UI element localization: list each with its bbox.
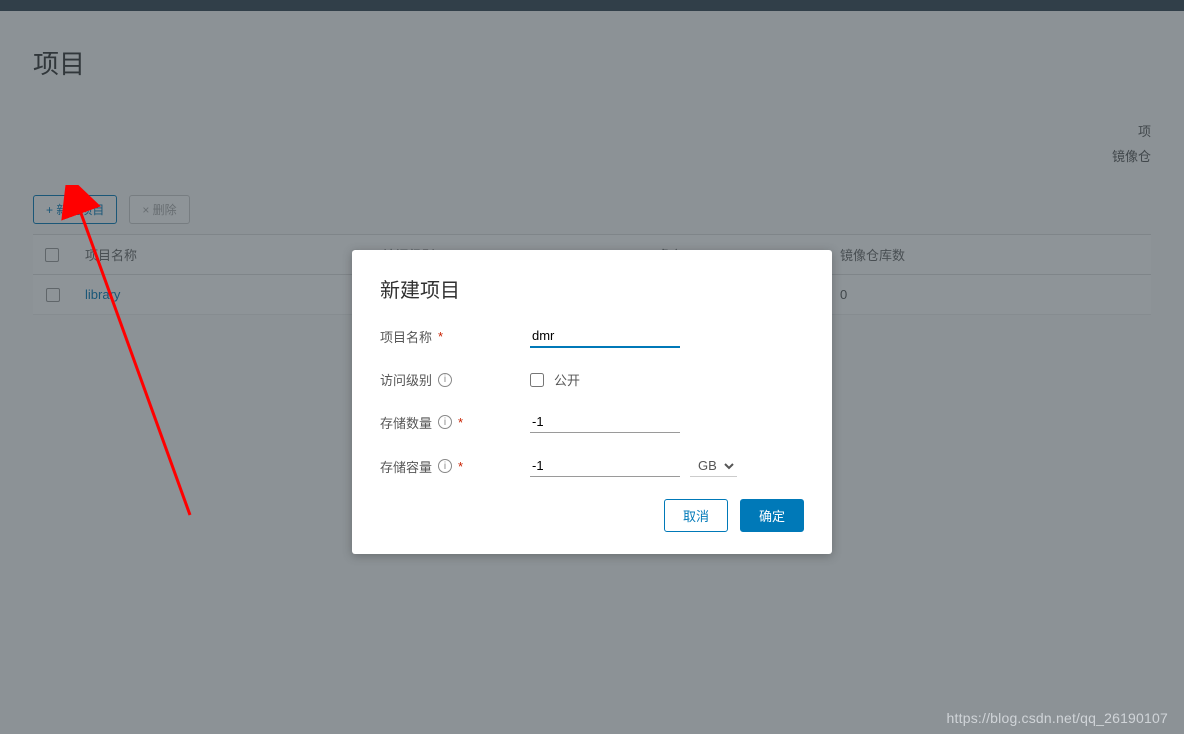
label-access-level: 访问级别 <box>380 370 432 389</box>
new-project-modal: 新建项目 项目名称 * 访问级别 i 公开 存储数量 i <box>352 250 832 554</box>
modal-actions: 取消 确定 <box>380 499 804 532</box>
modal-title: 新建项目 <box>380 274 804 303</box>
required-mark: * <box>458 415 463 430</box>
info-icon[interactable]: i <box>438 373 452 387</box>
required-mark: * <box>458 459 463 474</box>
label-project-name: 项目名称 <box>380 327 432 346</box>
storage-count-input[interactable] <box>530 411 680 433</box>
label-storage-count: 存储数量 <box>380 413 432 432</box>
storage-capacity-input[interactable] <box>530 455 680 477</box>
info-icon[interactable]: i <box>438 415 452 429</box>
label-storage-capacity: 存储容量 <box>380 457 432 476</box>
project-name-input[interactable] <box>530 325 680 348</box>
info-icon[interactable]: i <box>438 459 452 473</box>
public-checkbox[interactable] <box>530 373 544 387</box>
modal-overlay[interactable]: 新建项目 项目名称 * 访问级别 i 公开 存储数量 i <box>0 0 1184 734</box>
storage-unit-select[interactable]: GB <box>690 455 737 477</box>
ok-button[interactable]: 确定 <box>740 499 804 532</box>
field-storage-count: 存储数量 i * <box>380 411 804 433</box>
field-storage-capacity: 存储容量 i * GB <box>380 455 804 477</box>
required-mark: * <box>438 329 443 344</box>
cancel-button[interactable]: 取消 <box>664 499 728 532</box>
field-project-name: 项目名称 * <box>380 325 804 348</box>
public-checkbox-label: 公开 <box>554 370 580 389</box>
field-access-level: 访问级别 i 公开 <box>380 370 804 389</box>
watermark: https://blog.csdn.net/qq_26190107 <box>947 710 1168 726</box>
